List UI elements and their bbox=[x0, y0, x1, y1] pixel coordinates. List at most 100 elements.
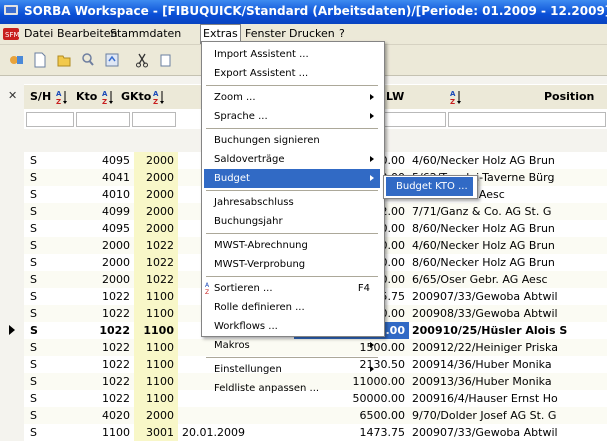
cell-gkto: 2000 bbox=[134, 152, 178, 169]
submenu-item-budget-kto[interactable]: Budget KTO ... bbox=[386, 177, 473, 196]
cell-kto: 1022 bbox=[99, 324, 130, 337]
filter-sh[interactable] bbox=[26, 112, 74, 127]
cell-kto: 1022 bbox=[102, 341, 130, 354]
menu-item-label: Buchungen signieren bbox=[214, 135, 320, 146]
title-bar: SORBA Workspace - [FIBUQUICK/Standard (A… bbox=[0, 0, 607, 24]
menu-item-rolle-definieren[interactable]: Rolle definieren ... bbox=[204, 298, 380, 317]
menu-item-makros[interactable]: Makros bbox=[204, 336, 380, 355]
cell-sh: S bbox=[30, 171, 37, 184]
menu-item-sprache[interactable]: Sprache ... bbox=[204, 107, 380, 126]
cell-sh: S bbox=[30, 273, 37, 286]
menu-item-mwst-abrechnung[interactable]: MWST-Abrechnung bbox=[204, 236, 380, 255]
cell-sh: S bbox=[30, 307, 37, 320]
menu-stammdaten[interactable]: Stammdaten bbox=[108, 24, 183, 44]
cell-gkto: 1100 bbox=[134, 356, 178, 373]
cell-sh: S bbox=[30, 409, 37, 422]
menu-item-workflows[interactable]: Workflows ... bbox=[204, 317, 380, 336]
cell-gkto: 1022 bbox=[134, 237, 178, 254]
menu-separator bbox=[206, 190, 378, 191]
cell-gkto: 2000 bbox=[134, 220, 178, 237]
cut-icon[interactable] bbox=[132, 50, 152, 70]
menu-separator bbox=[206, 276, 378, 277]
menu-item-label: Budget bbox=[214, 173, 250, 184]
cell-gkto: 1022 bbox=[134, 254, 178, 271]
cell-kto: 2000 bbox=[102, 256, 130, 269]
menu-item-label: Saldoverträge bbox=[214, 154, 285, 165]
cell-sh: S bbox=[30, 154, 37, 167]
app-menu-icon[interactable]: SFM bbox=[3, 27, 20, 44]
menu-item-buchungen-signieren[interactable]: Buchungen signieren bbox=[204, 131, 380, 150]
cell-kto: 1022 bbox=[102, 290, 130, 303]
filter-kto[interactable] bbox=[76, 112, 130, 127]
menu-item-budget[interactable]: Budget bbox=[204, 169, 380, 188]
svg-text:Z: Z bbox=[205, 289, 209, 295]
cell-sh: S bbox=[30, 290, 37, 303]
cell-sh: S bbox=[30, 256, 37, 269]
cell-position: 200910/25/Hüsler Alois S bbox=[412, 324, 568, 337]
menu-item-label: Zoom ... bbox=[214, 92, 256, 103]
menu-item-buchungsjahr[interactable]: Buchungsjahr bbox=[204, 212, 380, 231]
menu-item-label: Import Assistent ... bbox=[214, 49, 309, 60]
header-kto[interactable]: Kto bbox=[76, 85, 97, 109]
cell-kto: 1022 bbox=[102, 358, 130, 371]
menu-item-feldliste-anpassen[interactable]: Feldliste anpassen ... bbox=[204, 379, 380, 398]
cell-kto: 1022 bbox=[102, 375, 130, 388]
refresh-icon[interactable] bbox=[102, 50, 122, 70]
filter-position[interactable] bbox=[448, 112, 606, 127]
menu-item-zoom[interactable]: Zoom ... bbox=[204, 88, 380, 107]
header-sh[interactable]: S/H bbox=[30, 85, 51, 109]
menu-separator bbox=[206, 357, 378, 358]
menu-item-label: Workflows ... bbox=[214, 321, 278, 332]
menu-item-import-assistent[interactable]: Import Assistent ... bbox=[204, 45, 380, 64]
table-row[interactable]: S 4020 2000 6500.00 9/70/Dolder Josef AG St.… bbox=[24, 407, 607, 424]
header-lw[interactable]: LW bbox=[386, 85, 404, 109]
menu-item-mwst-verprobung[interactable]: MWST-Verprobung bbox=[204, 255, 380, 274]
menu-separator bbox=[206, 85, 378, 86]
cell-sh: S bbox=[30, 205, 37, 218]
menu-datei[interactable]: Datei bbox=[22, 24, 55, 44]
cell-sh: S bbox=[30, 426, 37, 439]
menu-item-saldovertr-ge[interactable]: Saldoverträge bbox=[204, 150, 380, 169]
menu-item-label: MWST-Verprobung bbox=[214, 259, 306, 270]
cell-gkto: 1100 bbox=[134, 339, 178, 356]
folder-icon[interactable] bbox=[54, 50, 74, 70]
cell-gkto: 1100 bbox=[134, 305, 178, 322]
menu-item-shortcut: F4 bbox=[357, 283, 370, 294]
menu-item-sortieren[interactable]: Sortieren ... F4 A Z bbox=[204, 279, 380, 298]
menu-item-einstellungen[interactable]: Einstellungen bbox=[204, 360, 380, 379]
cell-position: 200912/22/Heiniger Priska bbox=[412, 341, 558, 354]
document-icon[interactable] bbox=[30, 50, 50, 70]
header-gkto[interactable]: GKto bbox=[121, 85, 151, 109]
filter-lw[interactable] bbox=[380, 112, 446, 127]
close-icon[interactable]: ✕ bbox=[8, 89, 17, 102]
cell-gkto: 3001 bbox=[134, 424, 178, 441]
menu-item-label: MWST-Abrechnung bbox=[214, 240, 308, 251]
menu-item-label: Feldliste anpassen ... bbox=[214, 383, 320, 394]
cell-kto: 4010 bbox=[102, 188, 130, 201]
submenu-arrow-icon bbox=[370, 366, 374, 372]
svg-text:SFM: SFM bbox=[5, 31, 19, 39]
cell-position: 9/70/Dolder Josef AG St. G bbox=[412, 409, 557, 422]
new-icon[interactable] bbox=[6, 50, 26, 70]
cell-kto: 4095 bbox=[102, 154, 130, 167]
svg-text:Z: Z bbox=[102, 98, 107, 105]
cell-gkto: 2000 bbox=[134, 203, 178, 220]
table-row[interactable]: S 1100 3001 20.01.2009 1473.75 200907/33/Gewo… bbox=[24, 424, 607, 441]
menu-item-jahresabschluss[interactable]: Jahresabschluss bbox=[204, 193, 380, 212]
search-icon[interactable] bbox=[78, 50, 98, 70]
cell-sh: S bbox=[30, 324, 38, 337]
header-position[interactable]: Position bbox=[544, 85, 594, 109]
svg-text:Z: Z bbox=[56, 98, 61, 105]
copy-icon[interactable] bbox=[156, 50, 176, 70]
submenu-arrow-icon bbox=[370, 175, 374, 181]
cell-position: 200914/36/Huber Monika bbox=[412, 358, 552, 371]
filter-gkto[interactable] bbox=[132, 112, 176, 127]
menu-item-export-assistent[interactable]: Export Assistent ... bbox=[204, 64, 380, 83]
cell-kto: 2000 bbox=[102, 273, 130, 286]
cell-kto: 4095 bbox=[102, 222, 130, 235]
menu-separator bbox=[206, 128, 378, 129]
cell-sh: S bbox=[30, 392, 37, 405]
cell-gkto: 1100 bbox=[134, 373, 178, 390]
submenu-arrow-icon bbox=[370, 113, 374, 119]
menu-item-label: Buchungsjahr bbox=[214, 216, 283, 227]
